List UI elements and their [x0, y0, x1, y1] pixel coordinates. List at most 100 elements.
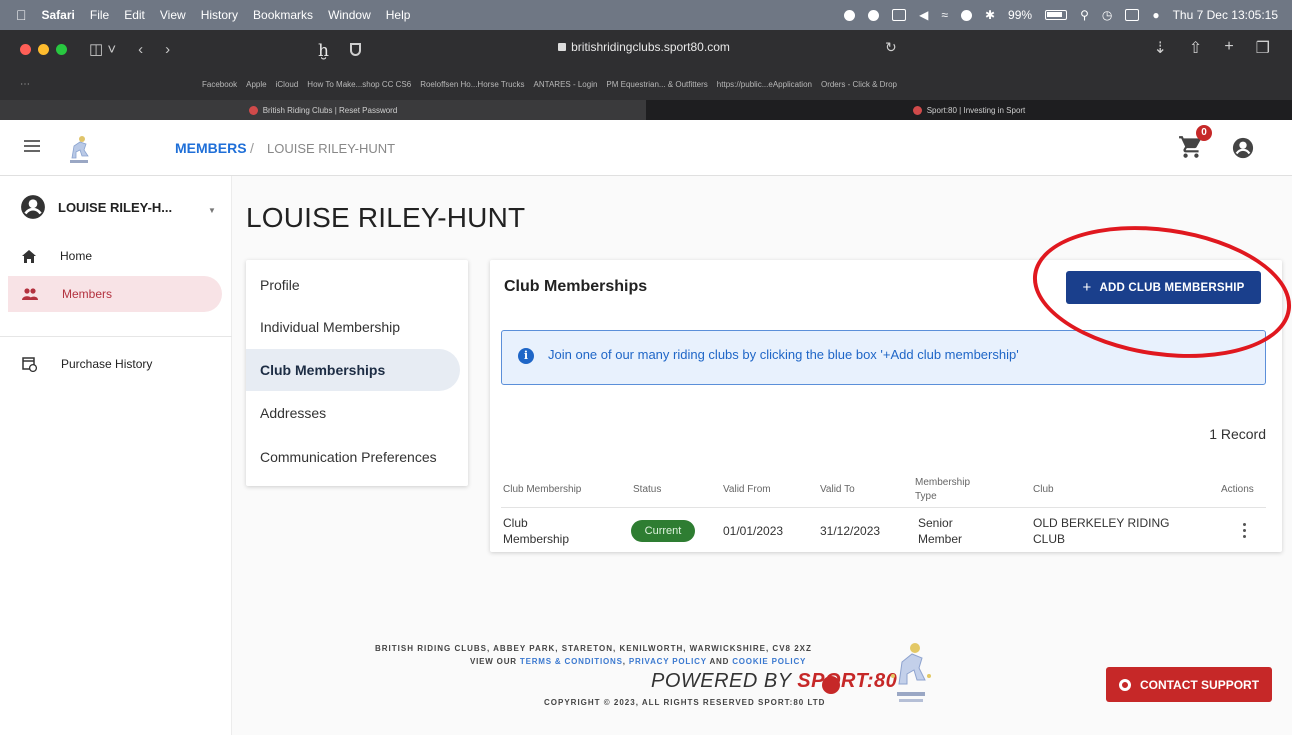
bookmark-item[interactable]: How To Make...shop CC CS6: [307, 80, 411, 89]
web-page: MEMBERS / LOUISE RILEY-HUNT 0 LOUISE RIL…: [0, 120, 1292, 735]
menubar-item-edit[interactable]: Edit: [124, 8, 145, 22]
sidebar-divider: [0, 336, 232, 337]
cart-count-badge: 0: [1196, 125, 1212, 141]
column-header-valid-from[interactable]: Valid From: [723, 484, 771, 495]
tab-overview-icon[interactable]: ❐: [1256, 38, 1270, 58]
volume-icon[interactable]: ◀: [919, 8, 928, 22]
bookmark-item[interactable]: PM Equestrian... & Outfitters: [606, 80, 707, 89]
siri-icon[interactable]: ●: [1152, 8, 1159, 22]
sidebar-item-label: Home: [60, 249, 93, 263]
privacy-shield-icon[interactable]: [350, 43, 361, 56]
share-icon[interactable]: ⇧: [1189, 38, 1202, 58]
close-window-button[interactable]: [20, 43, 31, 55]
status-app-icon-2[interactable]: [868, 9, 880, 21]
table-row: Club Membership Current 01/01/2023 31/12…: [501, 510, 1266, 550]
menubar-clock[interactable]: Thu 7 Dec 13:05:15: [1173, 8, 1278, 22]
menubar-item-history[interactable]: History: [201, 8, 238, 22]
back-icon[interactable]: ‹: [138, 41, 143, 58]
window-controls: [0, 43, 67, 55]
subnav-addresses[interactable]: Addresses: [246, 392, 460, 434]
user-menu-caret-icon[interactable]: ▼: [208, 206, 216, 215]
cell-club: OLD BERKELEY RIDING CLUB: [1033, 516, 1170, 546]
status-badge: Current: [631, 520, 695, 542]
bookmark-item[interactable]: Facebook: [202, 80, 237, 89]
cell-club-membership: Club Membership: [503, 516, 570, 546]
control-center-icon[interactable]: [1125, 9, 1140, 21]
macos-menubar:  Safari File Edit View History Bookmark…: [0, 0, 1292, 30]
cookie-policy-link[interactable]: COOKIE POLICY: [732, 657, 806, 666]
menubar-item-bookmarks[interactable]: Bookmarks: [253, 8, 313, 22]
battery-icon[interactable]: [1045, 10, 1068, 20]
powered-by-sport80[interactable]: POWERED BY SPORT:80: [651, 670, 897, 693]
menubar-item-help[interactable]: Help: [386, 8, 411, 22]
minimize-window-button[interactable]: [38, 43, 49, 55]
subnav-communication-preferences[interactable]: Communication Preferences: [246, 436, 460, 478]
privacy-policy-link[interactable]: PRIVACY POLICY: [629, 657, 707, 666]
reload-icon[interactable]: ↻: [885, 39, 897, 56]
subnav-individual-membership[interactable]: Individual Membership: [246, 306, 460, 348]
bookmark-item[interactable]: Orders - Click & Drop: [821, 80, 897, 89]
menubar-item-file[interactable]: File: [90, 8, 109, 22]
subnav-profile[interactable]: Profile: [246, 264, 460, 306]
bookmark-item[interactable]: https://public...eApplication: [717, 80, 812, 89]
status-app-icon[interactable]: [844, 9, 856, 21]
member-subnav: Profile Individual Membership Club Membe…: [246, 260, 468, 486]
account-icon[interactable]: [1232, 137, 1254, 159]
tab-reset-password[interactable]: British Riding Clubs | Reset Password: [0, 100, 646, 120]
new-tab-icon[interactable]: +: [1224, 38, 1233, 58]
record-count: 1 Record: [1209, 426, 1266, 442]
bluetooth-icon[interactable]: ✱: [985, 8, 995, 22]
sidebar-toggle-icon[interactable]: ◫ ˅: [89, 40, 116, 58]
user-name: LOUISE RILEY-H...: [58, 199, 173, 215]
breadcrumb-members-link[interactable]: MEMBERS: [175, 140, 247, 156]
menu-icon[interactable]: [24, 140, 40, 152]
focus-icon[interactable]: [960, 9, 972, 21]
wifi-icon[interactable]: ≈: [941, 8, 948, 22]
column-header-status[interactable]: Status: [633, 484, 661, 495]
lock-icon: [558, 43, 567, 51]
footer-address: BRITISH RIDING CLUBS, ABBEY PARK, STARET…: [375, 644, 812, 653]
table-header: Club Membership Status Valid From Valid …: [501, 464, 1266, 508]
forward-icon[interactable]: ›: [165, 41, 170, 58]
cell-valid-from: 01/01/2023: [723, 524, 784, 538]
sidebar-item-purchase-history[interactable]: Purchase History: [8, 346, 222, 382]
column-header-valid-to[interactable]: Valid To: [820, 484, 855, 495]
tab-sport80[interactable]: Sport:80 | Investing in Sport: [646, 100, 1292, 120]
column-header-club-membership[interactable]: Club Membership: [503, 484, 581, 495]
column-header-club[interactable]: Club: [1033, 484, 1054, 495]
sidebar: LOUISE RILEY-H... ▼ Home Members Purchas…: [0, 176, 232, 735]
address-url: britishridingclubs.sport80.com: [571, 40, 730, 54]
bookmark-item[interactable]: iCloud: [276, 80, 299, 89]
apple-icon[interactable]: : [16, 7, 27, 23]
spotlight-icon[interactable]: ⚲: [1080, 8, 1089, 22]
time-machine-icon[interactable]: ◷: [1102, 8, 1112, 22]
footer-view-our: VIEW OUR: [470, 657, 517, 666]
sidebar-item-members[interactable]: Members: [8, 276, 222, 312]
column-header-membership-type[interactable]: Membership Type: [915, 476, 975, 504]
terms-link[interactable]: TERMS & CONDITIONS: [520, 657, 623, 666]
contact-support-button[interactable]: CONTACT SUPPORT: [1106, 667, 1272, 702]
add-club-membership-button[interactable]: + ADD CLUB MEMBERSHIP: [1066, 271, 1261, 304]
menubar-item-view[interactable]: View: [160, 8, 186, 22]
page-title: LOUISE RILEY-HUNT: [246, 202, 526, 233]
sidebar-item-home[interactable]: Home: [8, 238, 222, 274]
row-actions-menu-icon[interactable]: [1243, 523, 1247, 539]
screen-mirroring-icon[interactable]: [892, 9, 907, 21]
card-title: Club Memberships: [504, 278, 648, 295]
british-riding-clubs-logo[interactable]: [62, 132, 96, 166]
footer-policy-links: VIEW OUR TERMS & CONDITIONS, PRIVACY POL…: [470, 657, 806, 666]
menubar-item-window[interactable]: Window: [328, 8, 371, 22]
downloads-icon[interactable]: ⇣: [1154, 38, 1167, 58]
bookmarks-grid-icon[interactable]: ⋯: [20, 79, 42, 90]
zoom-window-button[interactable]: [56, 43, 67, 55]
plus-icon: +: [1082, 279, 1092, 296]
extension-logo-icon[interactable]: ḫ: [318, 41, 329, 61]
user-menu[interactable]: LOUISE RILEY-H...: [20, 194, 172, 220]
menubar-app-name[interactable]: Safari: [42, 8, 75, 22]
bookmark-item[interactable]: ANTARES - Login: [534, 80, 598, 89]
subnav-club-memberships[interactable]: Club Memberships: [246, 349, 460, 391]
bookmark-item[interactable]: Roeloffsen Ho...Horse Trucks: [420, 80, 524, 89]
bookmark-item[interactable]: Apple: [246, 80, 266, 89]
sidebar-item-label: Purchase History: [61, 357, 153, 371]
address-bar[interactable]: britishridingclubs.sport80.com: [539, 40, 749, 54]
